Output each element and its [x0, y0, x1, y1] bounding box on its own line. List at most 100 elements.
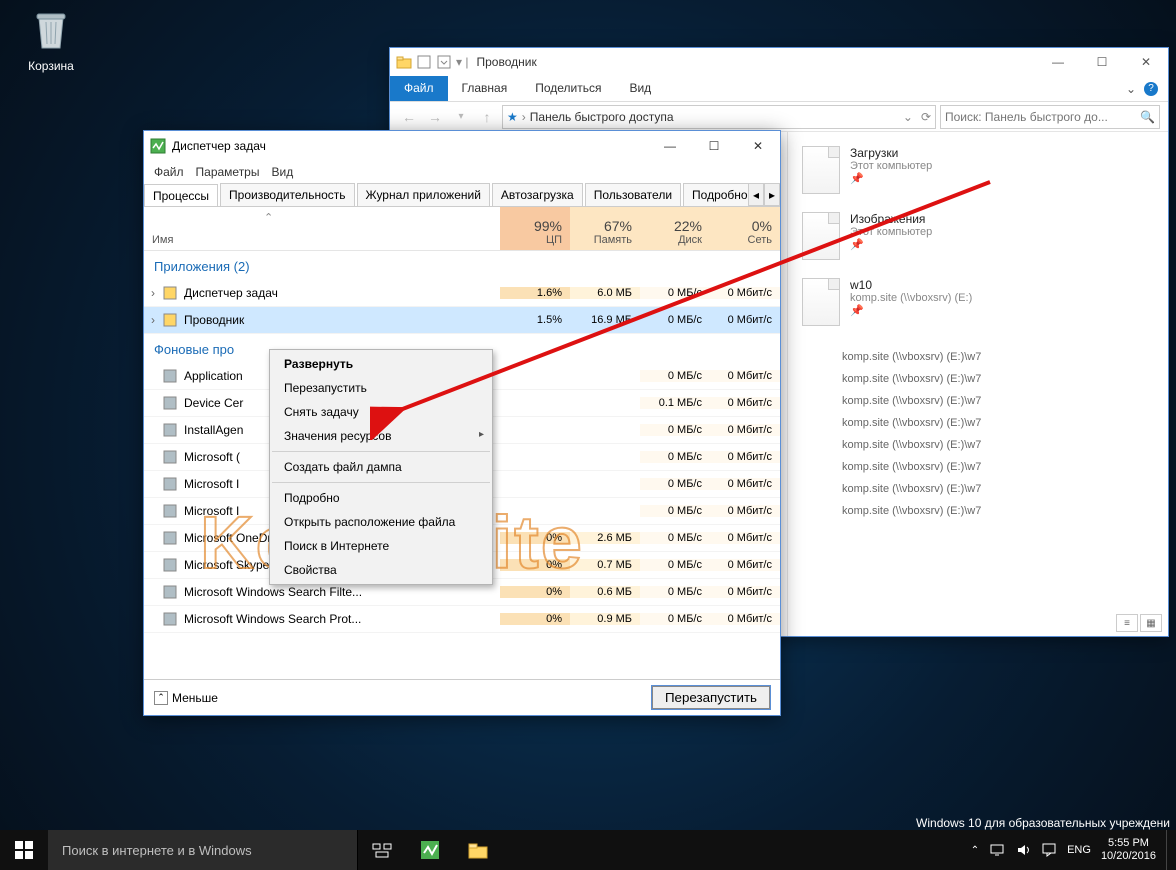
ribbon-home-tab[interactable]: Главная — [448, 76, 522, 101]
tray-expand-button[interactable]: ⌃ — [971, 845, 979, 856]
taskmgr-tab[interactable]: Процессы — [144, 184, 218, 206]
menu-file[interactable]: Файл — [154, 165, 184, 179]
process-row[interactable]: Microsoft Windows Search Prot... 0% 0.9 … — [144, 606, 780, 633]
taskmgr-close-button[interactable]: ✕ — [736, 132, 780, 160]
taskmgr-tab[interactable]: Пользователи — [585, 183, 681, 206]
recent-file-path[interactable]: komp.site (\\vboxsrv) (E:)\w7 — [802, 346, 1158, 368]
end-task-button[interactable]: Перезапустить — [652, 686, 770, 709]
process-icon — [162, 503, 178, 519]
process-network: 0 Мбит/с — [710, 478, 780, 490]
taskbar-search[interactable]: Поиск в интернете и в Windows — [48, 830, 358, 870]
volume-icon[interactable] — [1015, 842, 1031, 858]
process-memory: 0.9 МБ — [570, 613, 640, 625]
view-details-button[interactable]: ≡ — [1116, 614, 1138, 632]
process-network: 0 Мбит/с — [710, 613, 780, 625]
nav-forward-button[interactable]: → — [424, 106, 446, 128]
context-menu-item[interactable]: Поиск в Интернете — [270, 534, 492, 558]
taskbar-explorer-button[interactable] — [454, 830, 502, 870]
expand-toggle[interactable]: › — [144, 286, 162, 300]
process-disk: 0 МБ/с — [640, 287, 710, 299]
tabs-scroll-right[interactable]: ▸ — [764, 183, 780, 206]
ribbon-file-tab[interactable]: Файл — [390, 76, 448, 101]
folder-taskbar-icon — [467, 839, 489, 861]
refresh-button[interactable]: ⟳ — [921, 110, 931, 124]
menu-options[interactable]: Параметры — [196, 165, 260, 179]
taskmgr-tab[interactable]: Автозагрузка — [492, 183, 583, 206]
language-indicator[interactable]: ENG — [1067, 844, 1091, 856]
explorer-titlebar[interactable]: ▾ | Проводник — ☐ ✕ — [390, 48, 1168, 76]
context-menu-item[interactable]: Перезапустить — [270, 376, 492, 400]
ribbon-share-tab[interactable]: Поделиться — [521, 76, 615, 101]
context-menu-item[interactable]: Создать файл дампа — [270, 455, 492, 479]
explorer-search[interactable]: 🔍 — [940, 105, 1160, 129]
address-field[interactable]: ★ › Панель быстрого доступа ⌄ ⟳ — [502, 105, 936, 129]
tabs-scroll-left[interactable]: ◂ — [748, 183, 764, 206]
process-row[interactable]: › Диспетчер задач 1.6% 6.0 МБ 0 МБ/с 0 М… — [144, 280, 780, 307]
explorer-maximize-button[interactable]: ☐ — [1080, 48, 1124, 76]
taskmgr-tab[interactable]: Производительность — [220, 183, 354, 206]
recent-file-path[interactable]: komp.site (\\vboxsrv) (E:)\w7 — [802, 434, 1158, 456]
recent-file-path[interactable]: komp.site (\\vboxsrv) (E:)\w7 — [802, 478, 1158, 500]
process-icon — [162, 476, 178, 492]
process-disk: 0 МБ/с — [640, 451, 710, 463]
recent-file-path[interactable]: komp.site (\\vboxsrv) (E:)\w7 — [802, 500, 1158, 522]
column-memory[interactable]: 67%Память — [570, 207, 640, 250]
network-icon[interactable] — [989, 842, 1005, 858]
action-center-icon[interactable] — [1041, 842, 1057, 858]
column-network[interactable]: 0%Сеть — [710, 207, 780, 250]
start-button[interactable] — [0, 830, 48, 870]
taskmgr-maximize-button[interactable]: ☐ — [692, 132, 736, 160]
nav-back-button[interactable]: ← — [398, 106, 420, 128]
ribbon-expand-button[interactable]: ⌄ — [1126, 82, 1136, 96]
quick-access-item[interactable]: w10 komp.site (\\vboxsrv) (E:) 📌 — [802, 278, 1158, 326]
process-disk: 0 МБ/с — [640, 370, 710, 382]
column-cpu[interactable]: 99%ЦП — [500, 207, 570, 250]
recent-file-path[interactable]: komp.site (\\vboxsrv) (E:)\w7 — [802, 368, 1158, 390]
nav-up-button[interactable]: ↑ — [476, 106, 498, 128]
explorer-minimize-button[interactable]: — — [1036, 48, 1080, 76]
column-name[interactable]: ⌃ Имя — [144, 207, 500, 250]
view-icons-button[interactable]: ▦ — [1140, 614, 1162, 632]
context-menu-item[interactable]: Свойства — [270, 558, 492, 582]
context-menu-item[interactable]: Снять задачу — [270, 400, 492, 424]
process-icon — [162, 530, 178, 546]
process-icon — [162, 449, 178, 465]
recent-file-path[interactable]: komp.site (\\vboxsrv) (E:)\w7 — [802, 456, 1158, 478]
process-memory: 0.6 МБ — [570, 586, 640, 598]
ribbon-help-button[interactable]: ? — [1144, 82, 1158, 96]
breadcrumb[interactable]: Панель быстрого доступа — [530, 110, 674, 124]
taskbar-taskmgr-button[interactable] — [406, 830, 454, 870]
explorer-main-pane[interactable]: Загрузки Этот компьютер 📌 Изображения Эт… — [788, 132, 1168, 636]
context-menu-item[interactable]: Подробно — [270, 486, 492, 510]
recycle-bin-label: Корзина — [16, 59, 86, 73]
recent-file-path[interactable]: komp.site (\\vboxsrv) (E:)\w7 — [802, 412, 1158, 434]
nav-recent-button[interactable]: ▾ — [450, 106, 472, 128]
quick-access-item[interactable]: Изображения Этот компьютер 📌 — [802, 212, 1158, 260]
context-menu-item[interactable]: Открыть расположение файла — [270, 510, 492, 534]
fewer-details-button[interactable]: ⌃ Меньше — [154, 691, 218, 705]
process-row[interactable]: › Проводник 1.5% 16.9 МБ 0 МБ/с 0 Мбит/с — [144, 307, 780, 334]
ribbon-view-tab[interactable]: Вид — [615, 76, 665, 101]
quick-access-item[interactable]: Загрузки Этот компьютер 📌 — [802, 146, 1158, 194]
taskmgr-minimize-button[interactable]: — — [648, 132, 692, 160]
recent-file-path[interactable]: komp.site (\\vboxsrv) (E:)\w7 — [802, 390, 1158, 412]
menu-separator — [272, 451, 490, 452]
column-disk[interactable]: 22%Диск — [640, 207, 710, 250]
explorer-close-button[interactable]: ✕ — [1124, 48, 1168, 76]
context-menu-item[interactable]: Развернуть — [270, 352, 492, 376]
context-menu-item[interactable]: Значения ресурсов — [270, 424, 492, 448]
menu-view[interactable]: Вид — [271, 165, 293, 179]
desktop-recycle-bin[interactable]: Корзина — [16, 8, 86, 73]
taskmgr-titlebar[interactable]: Диспетчер задач — ☐ ✕ — [144, 131, 780, 161]
recycle-bin-icon — [31, 8, 71, 52]
taskmgr-tab[interactable]: Журнал приложений — [357, 183, 490, 206]
taskbar-clock[interactable]: 5:55 PM 10/20/2016 — [1101, 837, 1156, 863]
explorer-search-input[interactable] — [945, 110, 1140, 124]
process-disk: 0 МБ/с — [640, 586, 710, 598]
process-cpu: 0% — [500, 586, 570, 598]
taskmgr-tab[interactable]: Подробности — [683, 183, 748, 206]
qat-dropdown-icon[interactable] — [436, 54, 452, 70]
task-view-button[interactable] — [358, 842, 406, 858]
expand-toggle[interactable]: › — [144, 313, 162, 327]
show-desktop-button[interactable] — [1166, 830, 1172, 870]
